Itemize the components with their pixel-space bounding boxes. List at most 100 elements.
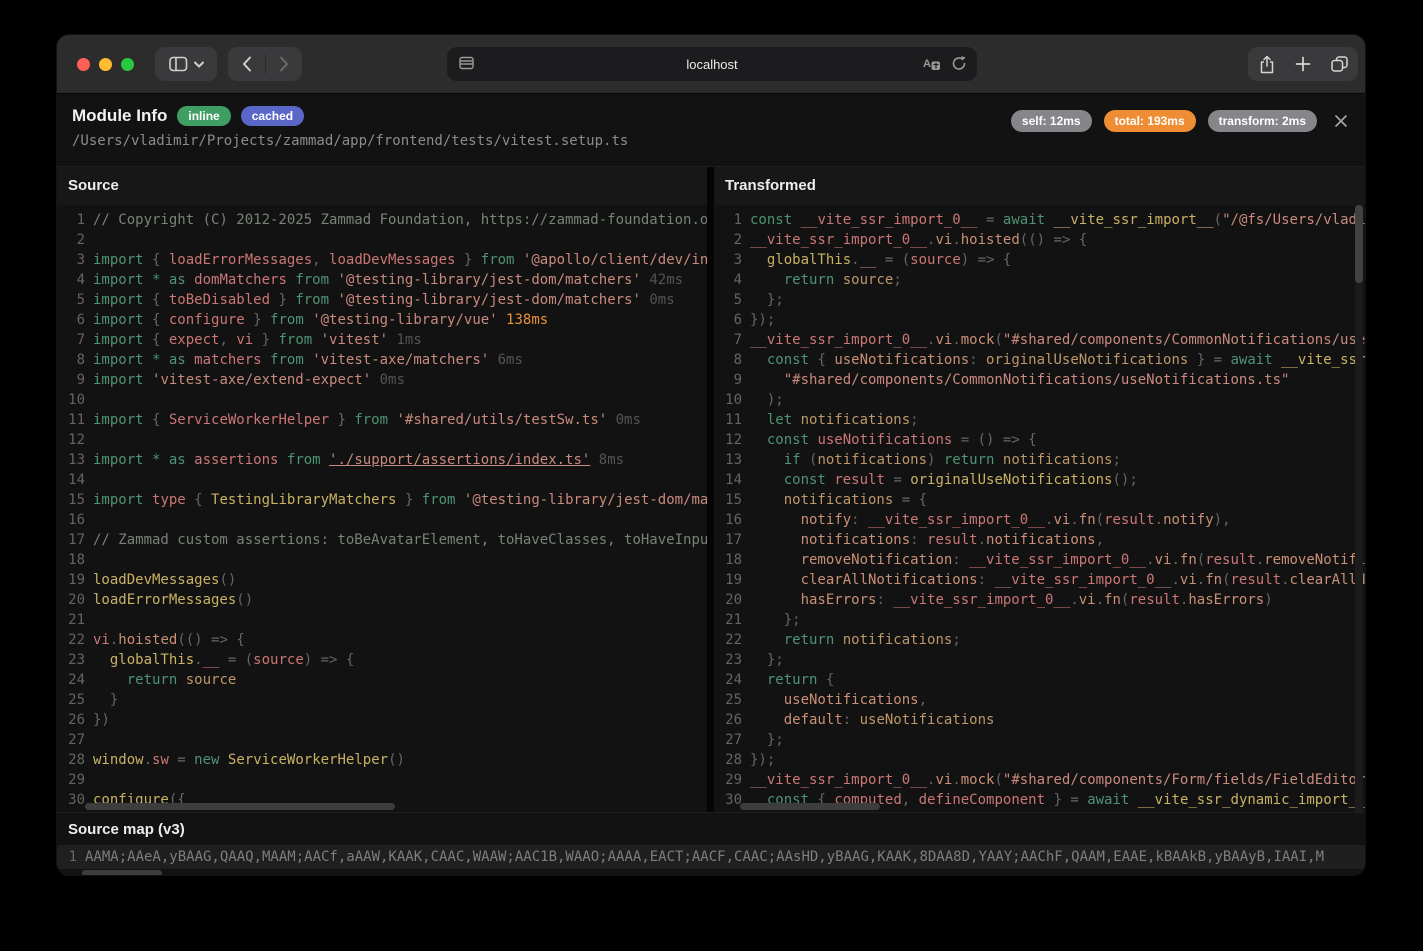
line-number: 20 — [714, 590, 742, 610]
code-token — [750, 472, 784, 488]
code-token: loadDevMessages — [93, 572, 219, 588]
code-token: vi — [1079, 592, 1096, 608]
transformed-vscrollbar-track — [1355, 205, 1363, 812]
line-content: import { expect, vi } from 'vitest' 1ms — [93, 330, 422, 350]
code-token: 138ms — [498, 312, 549, 328]
code-token: ( — [994, 332, 1002, 348]
code-token: ( — [1222, 572, 1230, 588]
code-token — [144, 492, 152, 508]
line-number: 18 — [714, 550, 742, 570]
transformed-vscrollbar-thumb[interactable] — [1355, 205, 1363, 283]
code-token: import — [93, 292, 144, 308]
minimize-window-button[interactable] — [99, 58, 112, 71]
code-token: '@testing-library/jest-dom/matchers' — [464, 492, 707, 508]
source-map-line-number: 1 — [57, 845, 77, 869]
line-number: 29 — [714, 770, 742, 790]
new-tab-button[interactable] — [1285, 47, 1321, 81]
line-number: 17 — [714, 530, 742, 550]
line-content: const __vite_ssr_import_0__ = await __vi… — [750, 210, 1365, 230]
share-button[interactable] — [1249, 47, 1285, 81]
code-token — [750, 632, 784, 648]
line-content: loadErrorMessages() — [93, 590, 253, 610]
close-panel-button[interactable] — [1331, 111, 1351, 131]
code-token: const — [750, 212, 792, 228]
code-line: 22vi.hoisted(() => { — [57, 630, 707, 650]
line-number: 13 — [714, 450, 742, 470]
code-line: 10 — [57, 390, 707, 410]
zoom-window-button[interactable] — [121, 58, 134, 71]
line-content: import * as matchers from 'vitest-axe/ma… — [93, 350, 523, 370]
code-token: from — [295, 292, 329, 308]
code-token: result — [1231, 572, 1282, 588]
address-bar[interactable]: localhost A — [447, 47, 977, 81]
line-number: 14 — [57, 470, 85, 490]
line-number: 12 — [57, 430, 85, 450]
code-token: . — [952, 772, 960, 788]
code-token: : — [843, 712, 860, 728]
back-button[interactable] — [228, 47, 265, 81]
code-line: 19loadDevMessages() — [57, 570, 707, 590]
code-token: useNotifications — [834, 352, 969, 368]
self-time-pill: self: 12ms — [1011, 110, 1092, 132]
code-token: clearAllNotifications — [801, 572, 978, 588]
code-token: from — [422, 492, 456, 508]
code-token: import — [93, 492, 144, 508]
code-token — [1045, 212, 1053, 228]
code-token: vi — [1155, 552, 1172, 568]
code-token: } = — [1188, 352, 1230, 368]
line-content: __vite_ssr_import_0__.vi.hoisted(() => { — [750, 230, 1087, 250]
code-token — [750, 552, 801, 568]
code-token: const — [767, 352, 809, 368]
code-token: '@testing-library/jest-dom/matchers' — [337, 292, 640, 308]
code-line: 18 removeNotification: __vite_ssr_import… — [714, 550, 1365, 570]
code-token — [304, 312, 312, 328]
code-token: ; — [1112, 452, 1120, 468]
code-line: 7import { expect, vi } from 'vitest' 1ms — [57, 330, 707, 350]
module-link[interactable]: './support/assertions/index.ts' — [329, 452, 590, 468]
close-window-button[interactable] — [77, 58, 90, 71]
code-token: vi — [236, 332, 253, 348]
code-token: "/@fs/Users/vladimir/Projects/zammad/nod… — [1222, 212, 1365, 228]
line-number: 19 — [714, 570, 742, 590]
transformed-pane: Transformed 1const __vite_ssr_import_0__… — [714, 167, 1365, 812]
code-token: }; — [750, 292, 784, 308]
code-token: hasErrors — [801, 592, 877, 608]
tab-overview-button[interactable] — [1321, 47, 1357, 81]
sidebar-toggle-button[interactable] — [155, 47, 217, 81]
forward-button[interactable] — [265, 47, 302, 81]
code-line: 3 globalThis.__ = (source) => { — [714, 250, 1365, 270]
code-token: notifications — [986, 532, 1096, 548]
line-content: import { ServiceWorkerHelper } from '#sh… — [93, 410, 641, 430]
line-number: 11 — [57, 410, 85, 430]
code-token — [750, 452, 784, 468]
code-line: 4import * as domMatchers from '@testing-… — [57, 270, 707, 290]
code-token — [93, 672, 127, 688]
code-token: }); — [750, 752, 775, 768]
translate-icon[interactable]: A — [923, 56, 941, 72]
svg-text:A: A — [923, 58, 931, 70]
code-token — [750, 252, 767, 268]
code-panes: Source 1// Copyright (C) 2012-2025 Zamma… — [57, 166, 1365, 812]
code-token: }; — [750, 732, 784, 748]
line-content: hasErrors: __vite_ssr_import_0__.vi.fn(r… — [750, 590, 1273, 610]
code-token: configure — [169, 312, 245, 328]
transformed-hscrollbar[interactable] — [740, 803, 880, 810]
code-token: { — [144, 412, 169, 428]
reload-icon[interactable] — [951, 55, 967, 72]
line-number: 5 — [714, 290, 742, 310]
code-token: vi — [1180, 572, 1197, 588]
code-token: : — [910, 532, 927, 548]
code-token: notifications — [784, 492, 894, 508]
code-token: let — [767, 412, 792, 428]
code-token: vi — [93, 632, 110, 648]
code-token: , — [1096, 532, 1104, 548]
code-token: ServiceWorkerHelper — [169, 412, 329, 428]
code-line: 14 — [57, 470, 707, 490]
code-token: } — [396, 492, 421, 508]
source-map-hscrollbar[interactable] — [82, 870, 162, 875]
source-hscrollbar[interactable] — [85, 803, 395, 810]
source-map-row: 1 AAMA;AAeA,yBAAG,QAAQ,MAAM;AACf,aAAW,KA… — [57, 845, 1365, 869]
code-token — [1129, 792, 1137, 808]
code-token: ( — [801, 452, 818, 468]
code-token: (() => { — [177, 632, 244, 648]
